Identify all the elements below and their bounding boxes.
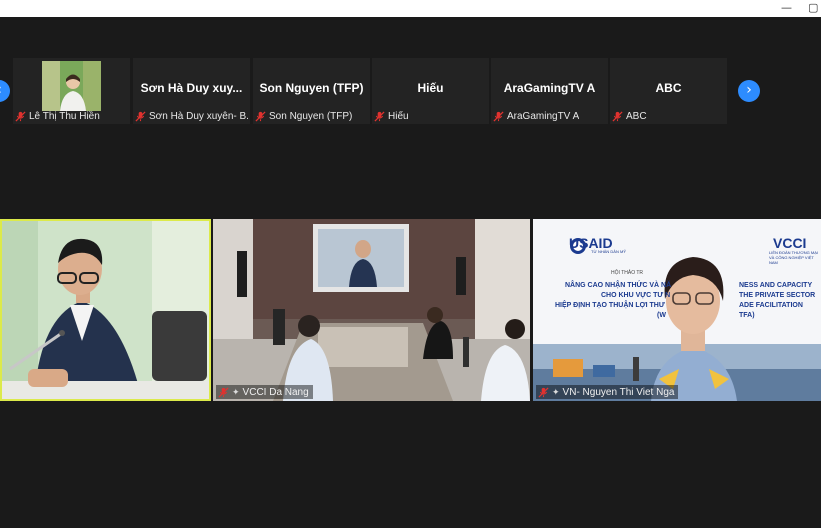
mic-off-icon (493, 110, 504, 122)
window-title-bar: — ▢ (0, 0, 821, 17)
banner-line-3-left: HIỆP ĐỊNH TẠO THUẬN LỢI THƯ (555, 302, 665, 309)
participant-display-name: Hiếu (417, 81, 444, 95)
pin-icon: ✦ (232, 386, 240, 397)
maximize-button[interactable]: ▢ (808, 2, 818, 14)
video-tile-room[interactable]: ✦ VCCI Da Nang (213, 219, 530, 401)
vcci-logo-subtitle: LIÊN ĐOÀN THƯƠNG MẠI VÀ CÔNG NGHIỆP VIỆT… (769, 250, 818, 265)
banner-line-2-left: CHO KHU VỰC TƯ N (601, 292, 671, 299)
pin-icon: ✦ (552, 386, 560, 397)
tile-label-text: VCCI Da Nang (242, 386, 309, 398)
participant-name-tag: ABC (612, 109, 647, 123)
speaker-video (2, 221, 209, 399)
minimize-button[interactable]: — (781, 2, 792, 14)
room-video (213, 219, 530, 401)
chevron-right-icon: › (746, 82, 752, 98)
tile-label-text: VN- Nguyen Thi Viet Nga (562, 386, 675, 398)
participant-display-name: ABC (655, 81, 682, 95)
participant-name-tag: Son Nguyen (TFP) (255, 109, 352, 123)
chevron-left-icon: ‹ (0, 82, 2, 98)
mic-off-icon (135, 110, 146, 122)
banner-event-label: HỘI THẢO TR (611, 270, 644, 276)
vcci-logo: VCCI (773, 235, 807, 251)
mic-off-icon (255, 110, 266, 122)
participant-thumb-4[interactable]: Hiếu Hiếu (372, 58, 489, 124)
tile-name-tag: ✦ VCCI Da Nang (216, 385, 313, 399)
mic-off-icon (538, 386, 549, 398)
banner-line-4-right: TFA) (739, 312, 755, 319)
participant-label: Hiếu (388, 110, 409, 122)
participant-label: Lê Thị Thu Hiền (29, 110, 100, 122)
participant-name-tag: Lê Thị Thu Hiền (15, 109, 100, 123)
banner-line-3-right: ADE FACILITATION (739, 302, 803, 309)
participant-name-tag: Hiếu (374, 109, 409, 123)
participant-label: AraGamingTV A (507, 110, 580, 122)
participant-thumb-3[interactable]: Son Nguyen (TFP) Son Nguyen (TFP) (253, 58, 370, 124)
participant-thumb-5[interactable]: AraGamingTV A AraGamingTV A (491, 58, 608, 124)
prev-page-button[interactable]: ‹ (0, 80, 10, 102)
participant-thumb-6[interactable]: ABC ABC (610, 58, 727, 124)
video-tile-active-speaker[interactable] (0, 219, 211, 401)
participant-label: Son Nguyen (TFP) (269, 110, 353, 122)
participant-label: ABC (626, 110, 647, 122)
participant-thumb-2[interactable]: Sơn Hà Duy xuy... Sơn Hà Duy xuyên- B... (133, 58, 250, 124)
banner-line-2-right: THE PRIVATE SECTOR (739, 292, 816, 299)
participant-label: Sơn Hà Duy xuyên- B... (149, 110, 248, 122)
participant-display-name: AraGamingTV A (503, 81, 596, 95)
banner-line-4-left: (W (657, 312, 666, 319)
participant-name-tag: AraGamingTV A (493, 109, 579, 123)
next-page-button[interactable]: › (738, 80, 760, 102)
banner-line-1-right: NESS AND CAPACITY (739, 282, 813, 289)
participant-name-tag: Sơn Hà Duy xuyên- B... (135, 109, 248, 123)
participant-display-name: Son Nguyen (TFP) (259, 81, 364, 95)
participant-thumb-1[interactable]: Lê Thị Thu Hiền (13, 58, 130, 124)
usaid-logo-subtitle: TỪ NHÂN DÂN MỸ (591, 249, 626, 254)
mic-off-icon (15, 110, 26, 122)
mic-off-icon (612, 110, 623, 122)
banner-line-1-left: NÂNG CAO NHẬN THỨC VÀ NĂ (565, 282, 672, 289)
tile-name-tag: ✦ VN- Nguyen Thi Viet Nga (536, 385, 679, 399)
mic-off-icon (374, 110, 385, 122)
video-tile-presenter[interactable]: USAID TỪ NHÂN DÂN MỸ VCCI LIÊN ĐOÀN THƯƠ… (533, 219, 821, 401)
mic-off-icon (218, 386, 229, 398)
participant-display-name: Sơn Hà Duy xuy... (140, 81, 243, 95)
